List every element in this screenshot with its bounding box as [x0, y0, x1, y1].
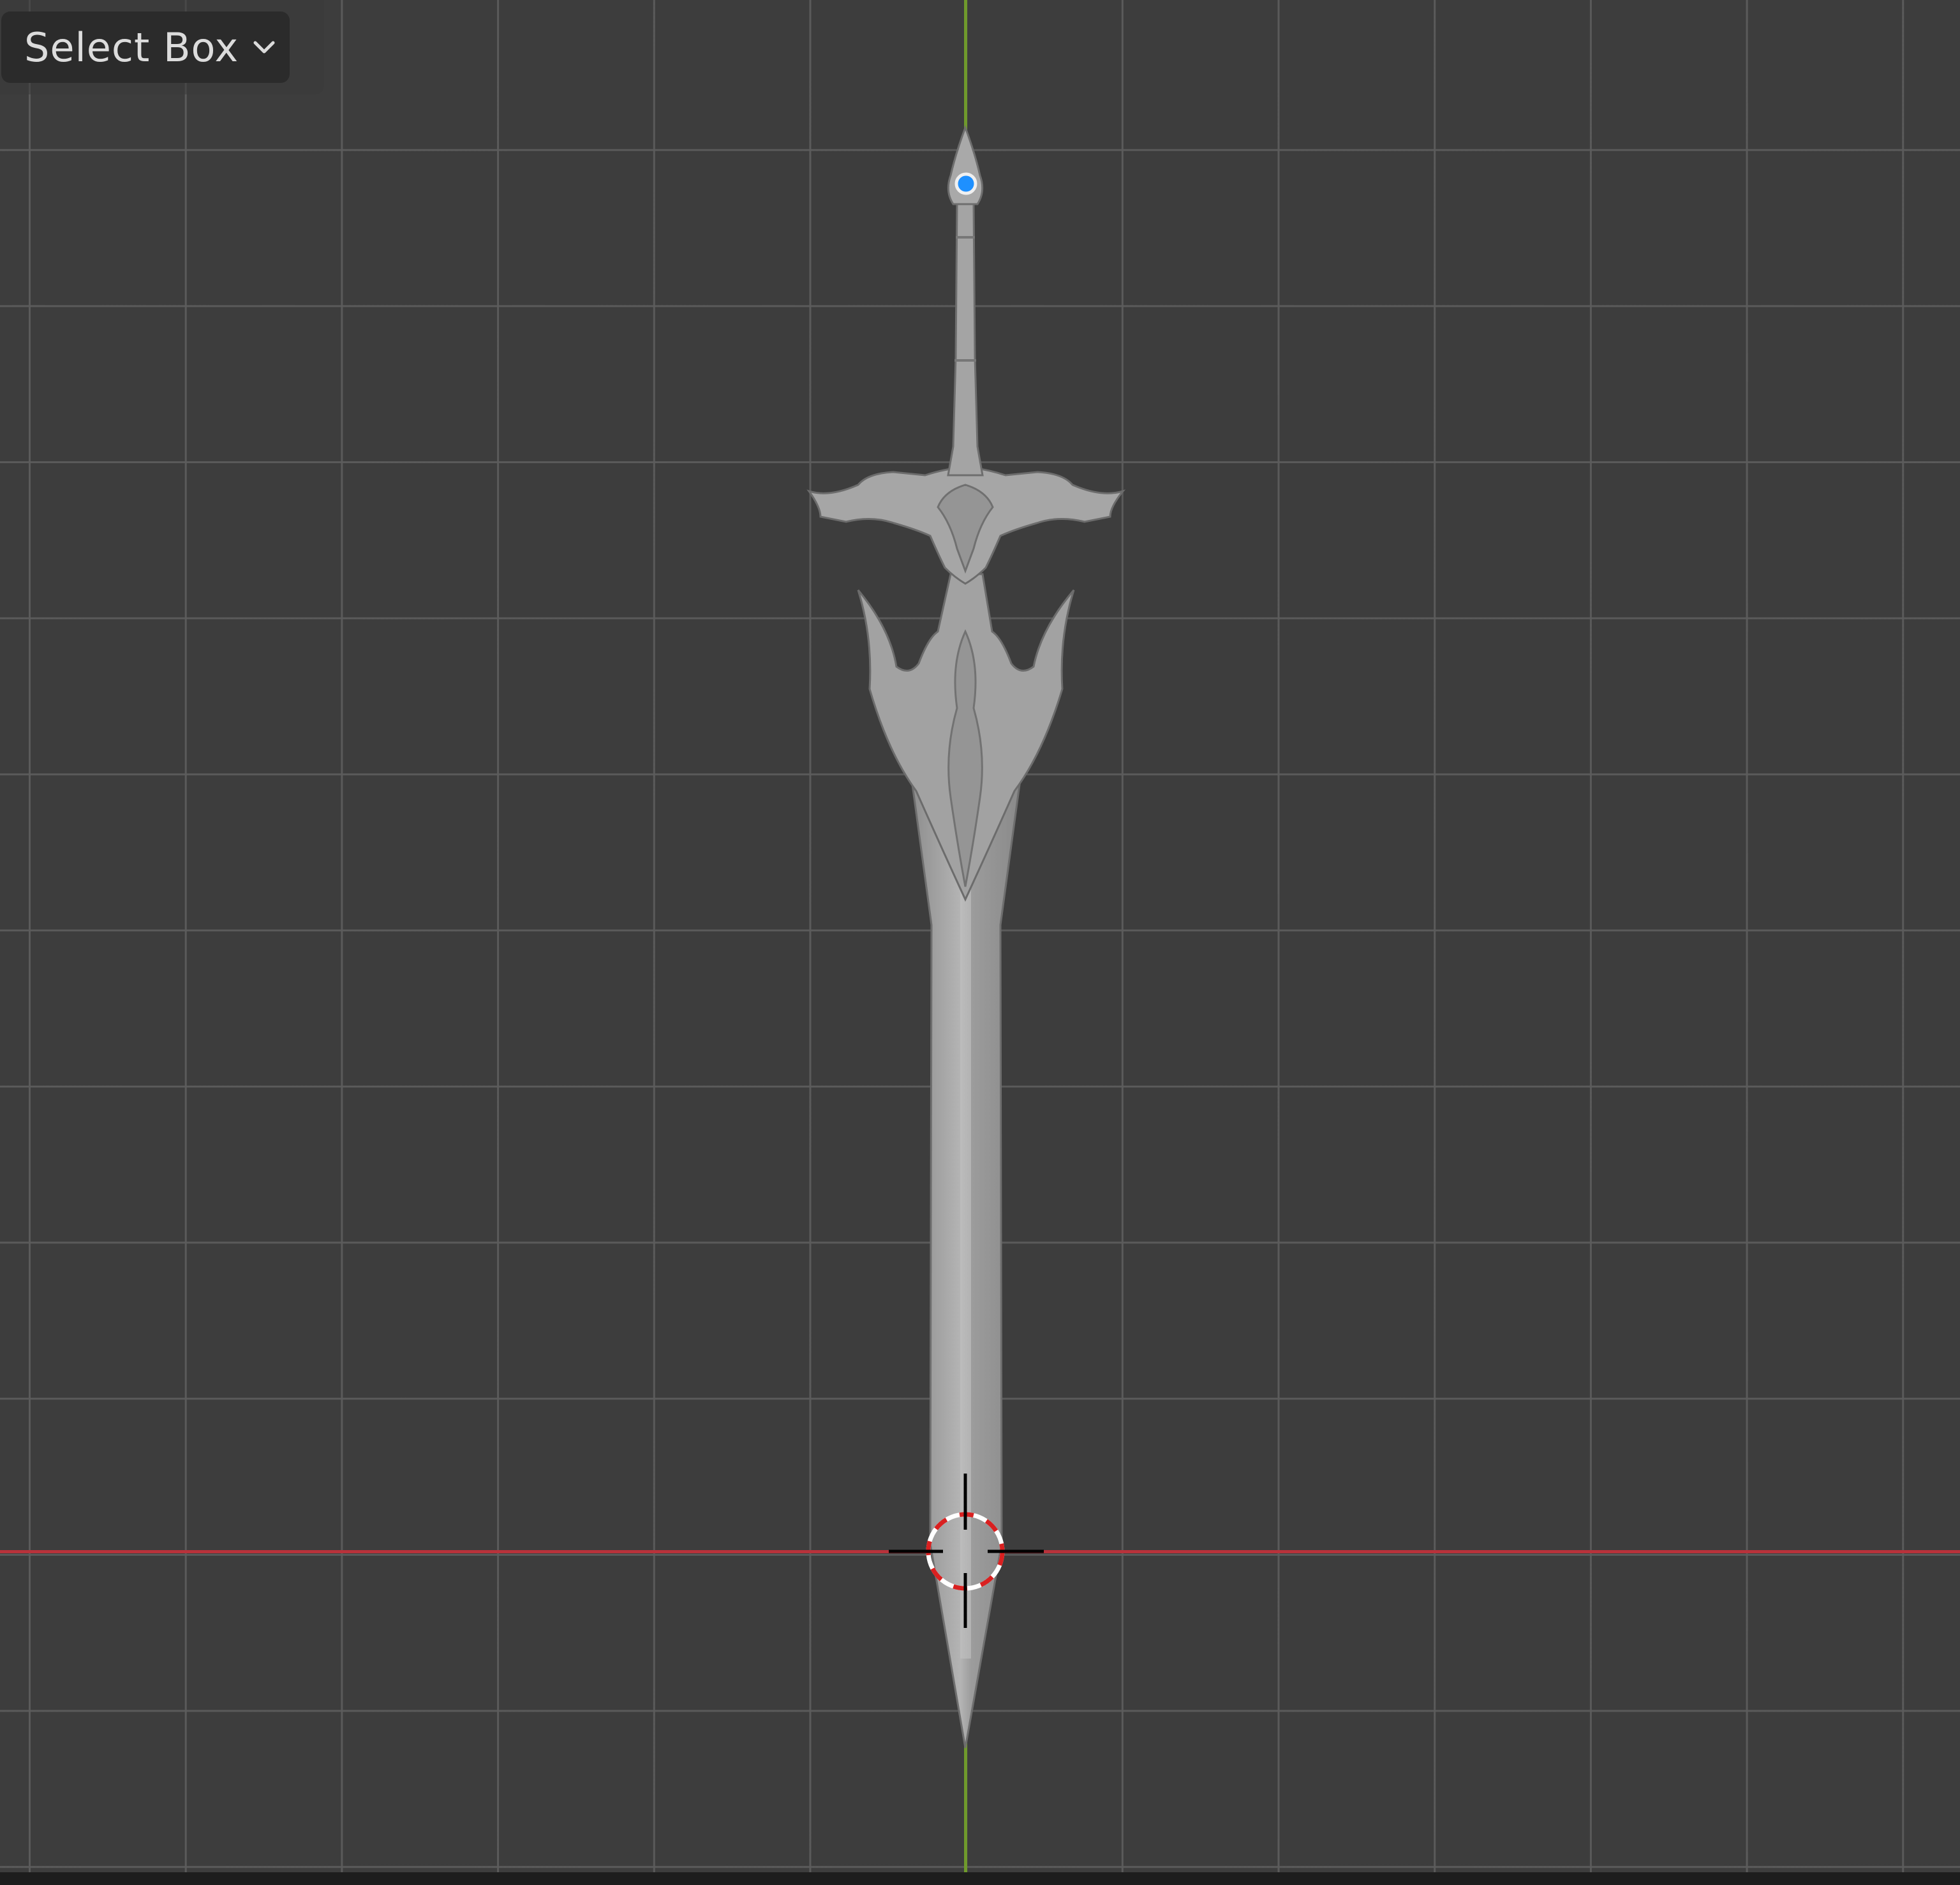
scene-canvas[interactable]	[0, 0, 1960, 1872]
pommel-gem	[954, 172, 977, 195]
viewport-bottom-border	[0, 1872, 1960, 1885]
blade-fuller	[960, 829, 971, 1659]
sword-grip	[947, 203, 984, 477]
3d-viewport[interactable]: Select Box	[0, 0, 1960, 1872]
select-box-label: Select Box	[24, 24, 239, 71]
select-box-dropdown[interactable]: Select Box	[1, 11, 290, 83]
chevron-down-icon	[253, 41, 275, 54]
tool-settings-header: Select Box	[0, 0, 324, 94]
